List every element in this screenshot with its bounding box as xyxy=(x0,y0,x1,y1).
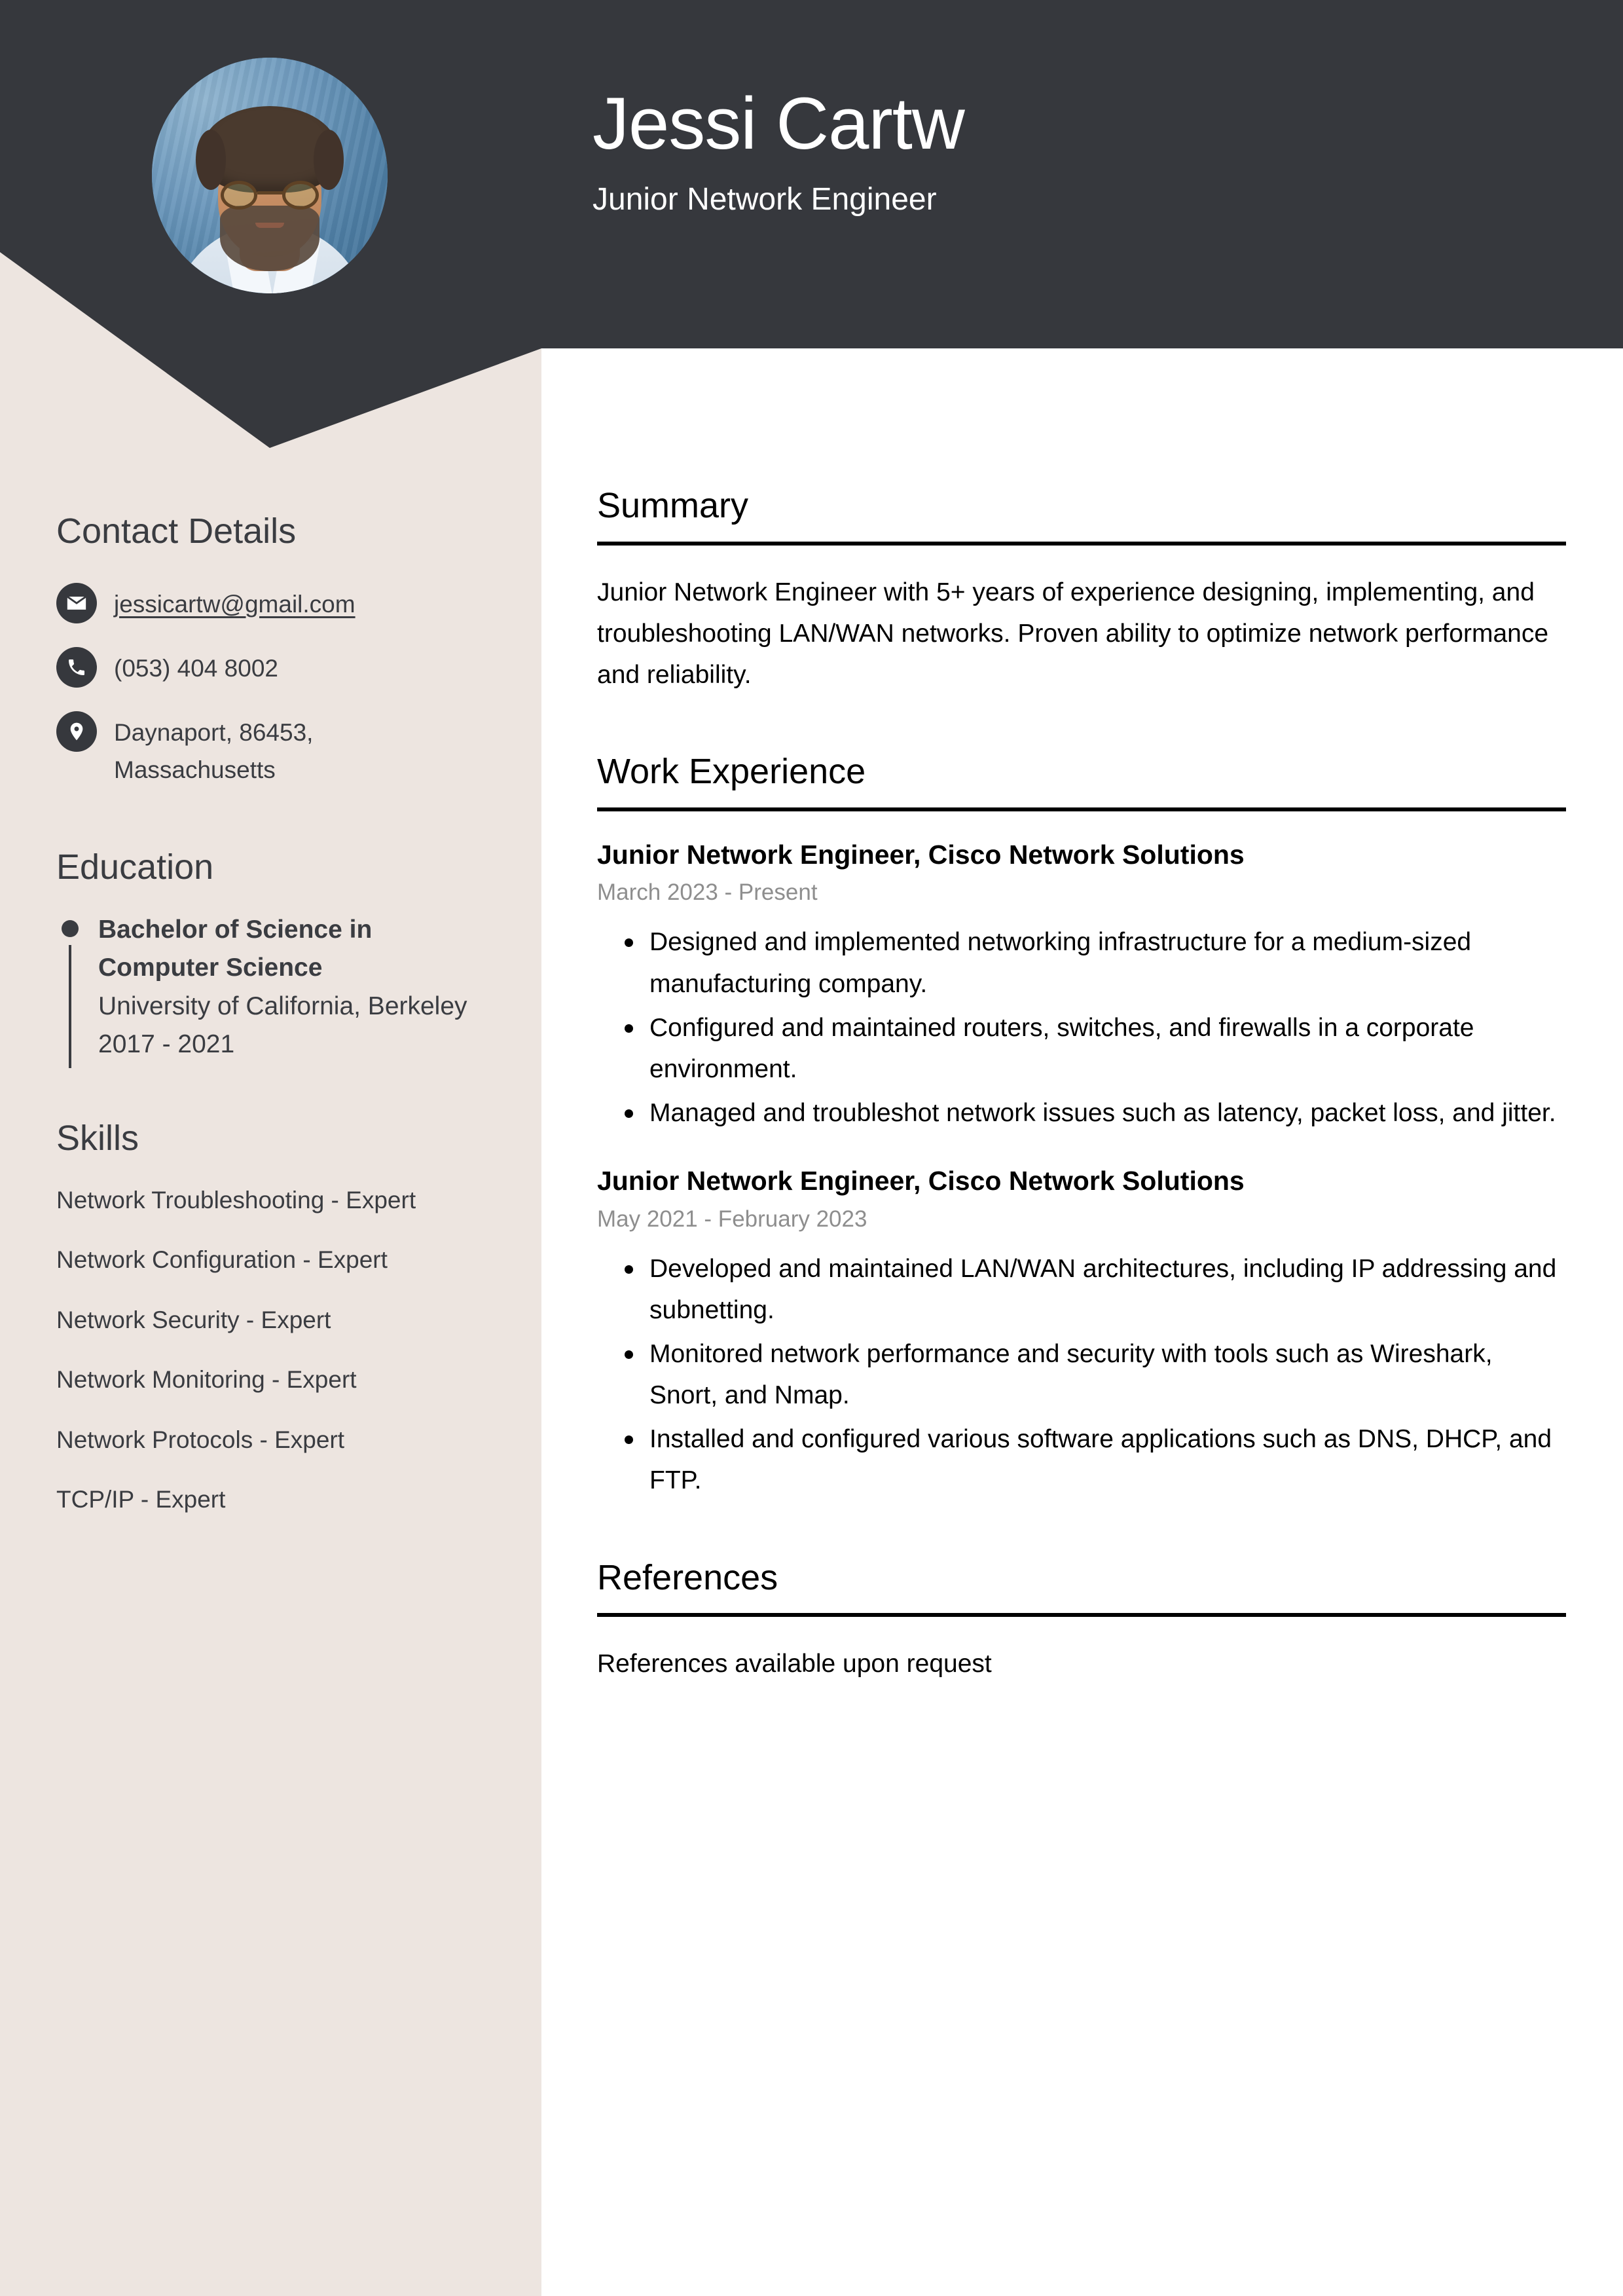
glasses-lens-left xyxy=(221,181,257,210)
job-bullet: Managed and troubleshot network issues s… xyxy=(625,1092,1566,1134)
candidate-name: Jessi Cartw xyxy=(593,83,965,164)
skill-item: Network Monitoring - Expert xyxy=(56,1366,357,1394)
photo-beard xyxy=(220,206,319,271)
job-title: Junior Network Engineer, Cisco Network S… xyxy=(597,840,1245,870)
work-experience-heading: Work Experience xyxy=(597,750,1566,812)
job-bullet-list: Designed and implemented networking infr… xyxy=(597,921,1566,1134)
skill-item: Network Security - Expert xyxy=(56,1306,331,1333)
references-heading: References xyxy=(597,1557,1566,1618)
job-entry: Junior Network Engineer, Cisco Network S… xyxy=(597,1164,1566,1501)
job-dates: May 2021 - February 2023 xyxy=(597,1206,867,1232)
job-title: Junior Network Engineer, Cisco Network S… xyxy=(597,1166,1245,1196)
header-text: Jessi Cartw Junior Network Engineer xyxy=(593,85,1509,218)
job-bullet-list: Developed and maintained LAN/WAN archite… xyxy=(597,1248,1566,1502)
skill-item: TCP/IP - Expert xyxy=(56,1486,226,1513)
candidate-job-title: Junior Network Engineer xyxy=(593,181,937,217)
timeline-line xyxy=(69,944,71,1068)
summary-heading: Summary xyxy=(597,485,1566,546)
photo-glasses xyxy=(221,181,319,210)
summary-text: Junior Network Engineer with 5+ years of… xyxy=(597,578,1549,690)
skills-heading: Skills xyxy=(56,1118,139,1158)
phone-icon xyxy=(56,647,97,688)
job-dates: March 2023 - Present xyxy=(597,880,818,906)
envelope-icon xyxy=(56,583,97,624)
sidebar: Contact Details jessicartw@gmail.com (05… xyxy=(0,448,541,1542)
section-education: Education Bachelor of Science in Compute… xyxy=(56,847,489,1068)
job-entry: Junior Network Engineer, Cisco Network S… xyxy=(597,838,1566,1134)
address-value: Daynaport, 86453, Massachusetts xyxy=(114,719,314,784)
avatar xyxy=(152,58,388,293)
phone-value[interactable]: (053) 404 8002 xyxy=(114,647,278,687)
photo-hair xyxy=(196,106,344,193)
section-summary: Summary Junior Network Engineer with 5+ … xyxy=(597,485,1566,695)
education-dates: 2017 - 2021 xyxy=(98,1030,235,1059)
education-heading: Education xyxy=(56,847,214,887)
contact-item-address: Daynaport, 86453, Massachusetts xyxy=(56,711,489,789)
skill-item: Network Protocols - Expert xyxy=(56,1426,345,1453)
profile-photo xyxy=(152,58,388,293)
skill-item: Network Configuration - Expert xyxy=(56,1246,388,1274)
main-content: Summary Junior Network Engineer with 5+ … xyxy=(597,485,1566,1740)
section-contact-details: Contact Details jessicartw@gmail.com (05… xyxy=(56,511,489,789)
job-bullet: Designed and implemented networking infr… xyxy=(625,921,1566,1004)
glasses-bridge xyxy=(257,191,283,194)
section-work-experience: Work Experience Junior Network Engineer,… xyxy=(597,750,1566,1501)
contact-item-email[interactable]: jessicartw@gmail.com xyxy=(56,583,489,624)
location-pin-icon xyxy=(56,711,97,752)
email-value[interactable]: jessicartw@gmail.com xyxy=(114,583,356,623)
resume-page: Jessi Cartw Junior Network Engineer Cont… xyxy=(0,0,1623,2296)
job-bullet: Monitored network performance and securi… xyxy=(625,1333,1566,1416)
contact-item-phone[interactable]: (053) 404 8002 xyxy=(56,647,489,688)
job-bullet: Developed and maintained LAN/WAN archite… xyxy=(625,1248,1566,1331)
job-bullet: Installed and configured various softwar… xyxy=(625,1418,1566,1501)
education-item: Bachelor of Science in Computer Science … xyxy=(56,911,489,1068)
education-degree: Bachelor of Science in Computer Science xyxy=(98,915,373,982)
timeline-dot-icon xyxy=(62,919,79,937)
references-text: References available upon request xyxy=(597,1650,992,1678)
photo-mouth xyxy=(255,223,284,228)
skill-item: Network Troubleshooting - Expert xyxy=(56,1186,416,1213)
section-references: References References available upon req… xyxy=(597,1557,1566,1685)
glasses-lens-right xyxy=(282,181,319,210)
education-institution: University of California, Berkeley xyxy=(98,991,467,1020)
section-skills: Skills Network Troubleshooting - Expert … xyxy=(56,1118,489,1518)
job-bullet: Configured and maintained routers, switc… xyxy=(625,1007,1566,1090)
contact-details-heading: Contact Details xyxy=(56,511,297,551)
